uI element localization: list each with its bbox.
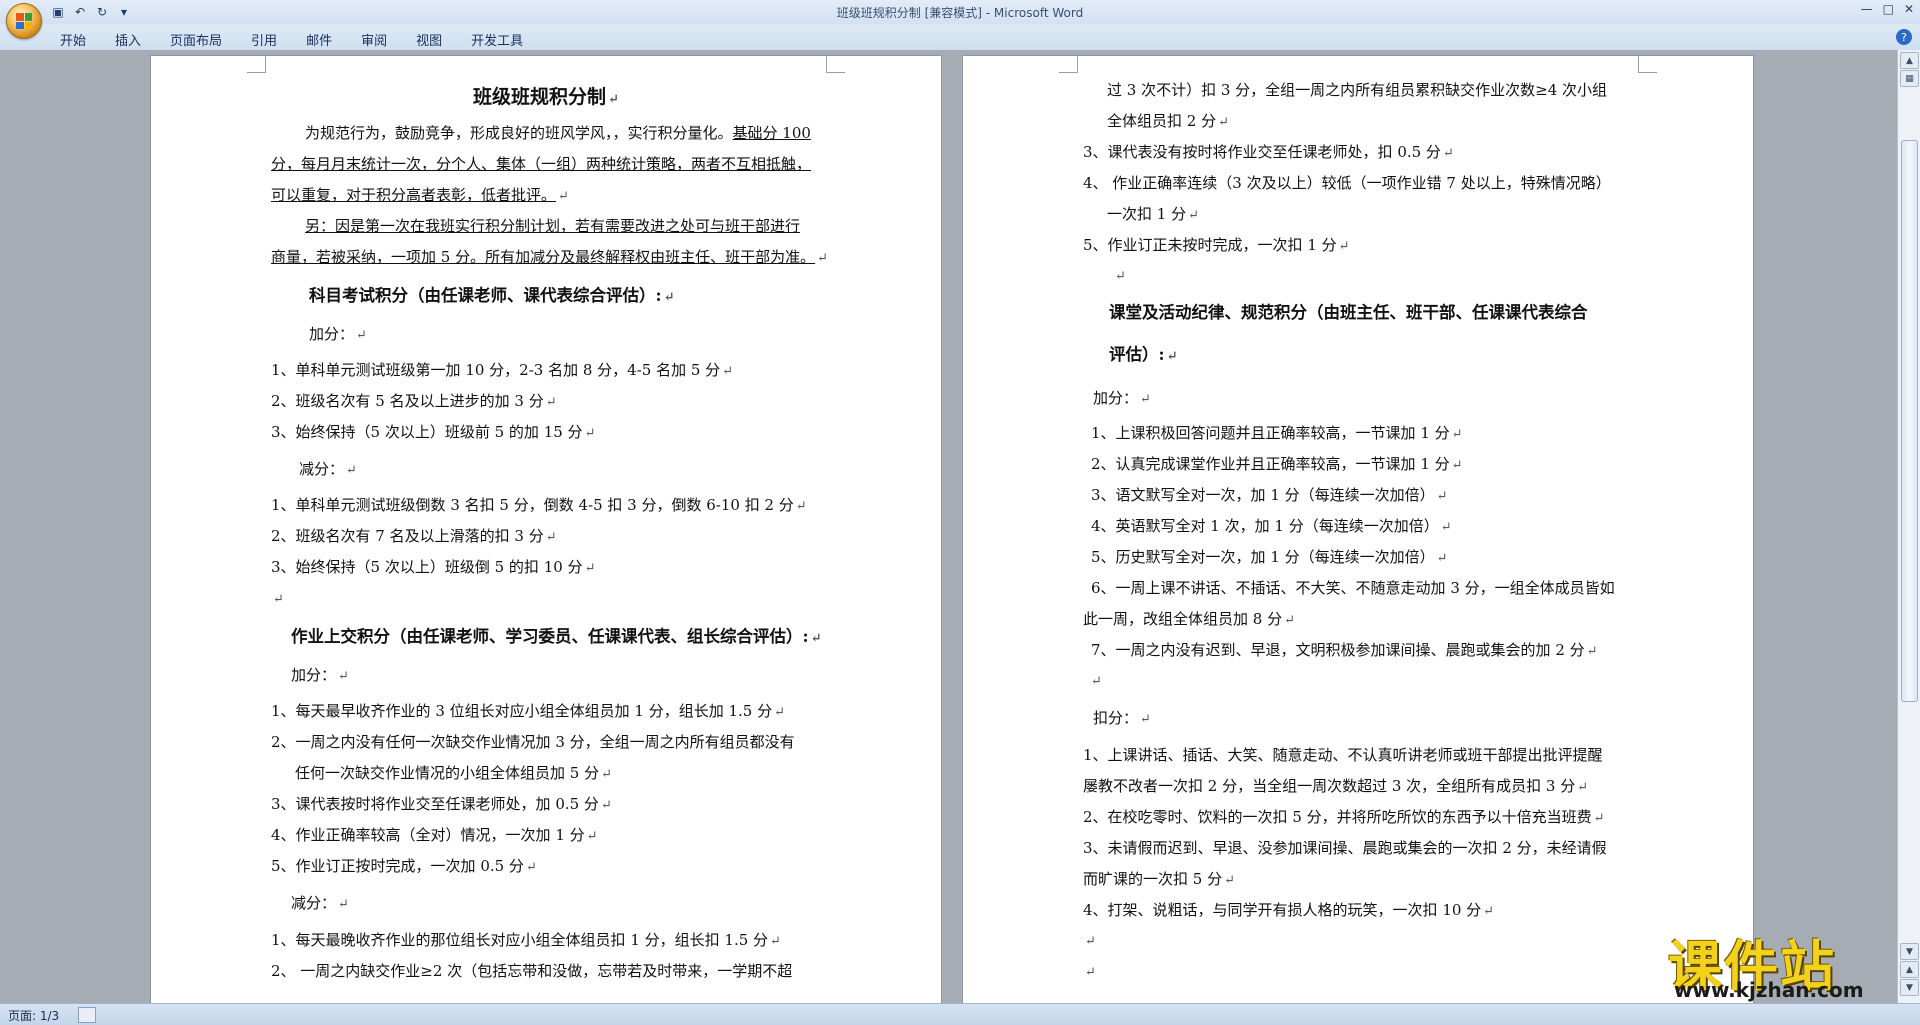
list-item[interactable]: 6、一周上课不讲话、不插话、不大笑、不随意走动加 3 分，一组全体成员皆如 — [1091, 577, 1615, 598]
tab-page-layout[interactable]: 页面布局 — [170, 30, 222, 49]
document-page-1: 班级班规积分制 ↵ 为规范行为，鼓励竞争，形成良好的班风学风，，实行积分量化。基础… — [151, 54, 941, 1004]
scroll-thumb[interactable] — [1901, 140, 1918, 702]
document-title[interactable]: 班级班规积分制 ↵ — [473, 82, 619, 109]
close-icon[interactable]: ✕ — [1904, 2, 1914, 16]
list-item[interactable]: 3、语文默写全对一次，加 1 分（每连续一次加倍） ↵ — [1091, 484, 1448, 505]
tab-mailings[interactable]: 邮件 — [306, 30, 332, 49]
maximize-icon[interactable]: □ — [1883, 2, 1894, 16]
empty-paragraph[interactable]: ↵ — [1083, 962, 1096, 980]
list-item[interactable]: 全体组员扣 2 分 ↵ — [1107, 110, 1229, 131]
list-item[interactable]: 2、班级名次有 7 名及以上滑落的扣 3 分 ↵ — [271, 525, 557, 546]
office-button[interactable] — [6, 3, 42, 39]
list-item[interactable]: 过 3 次不计）扣 3 分，全组一周之内所有组员累积缺交作业次数≥4 次小组 — [1107, 79, 1607, 100]
help-icon[interactable]: ? — [1896, 29, 1912, 45]
list-item[interactable]: 而旷课的一次扣 5 分 ↵ — [1083, 868, 1235, 889]
list-item[interactable]: 1、上课积极回答问题并且正确率较高，一节课加 1 分 ↵ — [1091, 422, 1463, 443]
list-item[interactable]: 5、历史默写全对一次，加 1 分（每连续一次加倍） ↵ — [1091, 546, 1448, 567]
list-item[interactable]: 5、作业订正未按时完成，一次扣 1 分 ↵ — [1083, 234, 1350, 255]
watermark: 课件站 www.kjzhan.com — [1668, 922, 1908, 1002]
subheading-deduct[interactable]: 减分： ↵ — [299, 458, 357, 479]
list-item[interactable]: 此一周，改组全体组员加 8 分 ↵ — [1083, 608, 1295, 629]
subheading-add[interactable]: 加分： ↵ — [1093, 387, 1151, 408]
paragraph-note[interactable]: 商量，若被采纳，一项加 5 分。所有加减分及最终解释权由班主任、班干部为准。 ↵ — [271, 246, 828, 267]
list-item[interactable]: 2、认真完成课堂作业并且正确率较高，一节课加 1 分 ↵ — [1091, 453, 1463, 474]
ribbon-tabs: 开始 插入 页面布局 引用 邮件 审阅 视图 开发工具 — [60, 30, 523, 49]
ruler-toggle-icon[interactable]: ▦ — [1900, 70, 1919, 87]
list-item[interactable]: 4、作业正确率较高（全对）情况，一次加 1 分 ↵ — [271, 824, 598, 845]
tab-home[interactable]: 开始 — [60, 30, 86, 49]
paragraph-intro[interactable]: 为规范行为，鼓励竞争，形成良好的班风学风，，实行积分量化。基础分 100 — [305, 122, 811, 143]
empty-paragraph[interactable]: ↵ — [1083, 931, 1096, 949]
list-item[interactable]: 3、始终保持（5 次以上）班级倒 5 的扣 10 分 ↵ — [271, 556, 595, 577]
subheading-add[interactable]: 加分： ↵ — [291, 664, 349, 685]
list-item[interactable]: 4、 作业正确率连续（3 次及以上）较低（一项作业错 7 处以上，特殊情况略） — [1083, 172, 1611, 193]
list-item[interactable]: 3、课代表按时将作业交至任课老师处，加 0.5 分 ↵ — [271, 793, 612, 814]
empty-paragraph[interactable]: ↵ — [1089, 671, 1102, 689]
subheading-deduct[interactable]: 扣分： ↵ — [1093, 707, 1151, 728]
scroll-up-icon[interactable]: ▲ — [1900, 52, 1919, 69]
tab-references[interactable]: 引用 — [251, 30, 277, 49]
list-item[interactable]: 任何一次缺交作业情况的小组全体组员加 5 分 ↵ — [295, 762, 612, 783]
window-controls: — □ ✕ — [1861, 2, 1914, 16]
tab-developer[interactable]: 开发工具 — [471, 30, 523, 49]
page-indicator[interactable]: 页面: 1/3 — [8, 1007, 59, 1024]
proofing-icon[interactable] — [78, 1007, 96, 1023]
subheading-add[interactable]: 加分： ↵ — [309, 323, 367, 344]
document-area: 班级班规积分制 ↵ 为规范行为，鼓励竞争，形成良好的班风学风，，实行积分量化。基础… — [0, 50, 1898, 1004]
paragraph-note[interactable]: 另：因是第一次在我班实行积分制计划，若有需要改进之处可与班干部进行 — [305, 215, 800, 236]
tab-view[interactable]: 视图 — [416, 30, 442, 49]
list-item[interactable]: 7、一周之内没有迟到、早退，文明积极参加课间操、晨跑或集会的加 2 分 ↵ — [1091, 639, 1598, 660]
crop-mark — [1059, 54, 1078, 73]
list-item[interactable]: 一次扣 1 分 ↵ — [1107, 203, 1199, 224]
minimize-icon[interactable]: — — [1861, 2, 1873, 16]
list-item[interactable]: 2、一周之内没有任何一次缺交作业情况加 3 分，全组一周之内所有组员都没有 — [271, 731, 795, 752]
status-bar: 页面: 1/3 — [0, 1003, 1920, 1025]
list-item[interactable]: 2、班级名次有 5 名及以上进步的加 3 分 ↵ — [271, 390, 557, 411]
office-logo-icon — [16, 13, 32, 29]
section-heading[interactable]: 科目考试积分（由任课老师、课代表综合评估）: ↵ — [309, 282, 675, 306]
subheading-deduct[interactable]: 减分： ↵ — [291, 892, 349, 913]
paragraph-intro[interactable]: 可以重复，对于积分高者表彰，低者批评。 ↵ — [271, 184, 569, 205]
section-heading[interactable]: 作业上交积分（由任课老师、学习委员、任课课代表、组长综合评估）: ↵ — [291, 623, 822, 647]
tab-insert[interactable]: 插入 — [115, 30, 141, 49]
ribbon: 开始 插入 页面布局 引用 邮件 审阅 视图 开发工具 ? — [0, 24, 1920, 51]
tab-review[interactable]: 审阅 — [361, 30, 387, 49]
section-heading[interactable]: 课堂及活动纪律、规范积分（由班主任、班干部、任课课代表综合 — [1109, 299, 1588, 323]
empty-paragraph[interactable]: ↵ — [271, 589, 284, 607]
list-item[interactable]: 2、 一周之内缺交作业≥2 次（包括忘带和没做，忘带若及时带来，一学期不超 — [271, 960, 792, 981]
vertical-scrollbar[interactable]: ▲ ▦ ▼ ▲ ▼ — [1897, 50, 1920, 1004]
list-item[interactable]: 1、单科单元测试班级第一加 10 分，2-3 名加 8 分，4-5 名加 5 分… — [271, 359, 733, 380]
list-item[interactable]: 5、作业订正按时完成，一次加 0.5 分 ↵ — [271, 855, 537, 876]
document-page-2: 过 3 次不计）扣 3 分，全组一周之内所有组员累积缺交作业次数≥4 次小组 全… — [963, 54, 1753, 1004]
list-item[interactable]: 1、每天最早收齐作业的 3 位组长对应小组全体组员加 1 分，组长加 1.5 分… — [271, 700, 785, 721]
list-item[interactable]: 4、英语默写全对 1 次，加 1 分（每连续一次加倍） ↵ — [1091, 515, 1452, 536]
crop-mark — [1638, 54, 1657, 73]
list-item[interactable]: 2、在校吃零时、饮料的一次扣 5 分，并将所吃所饮的东西予以十倍充当班费 ↵ — [1083, 806, 1605, 827]
watermark-url: www.kjzhan.com — [1674, 978, 1864, 1002]
crop-mark — [826, 54, 845, 73]
list-item[interactable]: 屡教不改者一次扣 2 分，当全组一周次数超过 3 次，全组所有成员扣 3 分 ↵ — [1083, 775, 1588, 796]
list-item[interactable]: 3、课代表没有按时将作业交至任课老师处，扣 0.5 分 ↵ — [1083, 141, 1454, 162]
list-item[interactable]: 3、始终保持（5 次以上）班级前 5 的加 15 分 ↵ — [271, 421, 595, 442]
list-item[interactable]: 3、未请假而迟到、早退、没参加课间操、晨跑或集会的一次扣 2 分，未经请假 — [1083, 837, 1607, 858]
list-item[interactable]: 1、每天最晚收齐作业的那位组长对应小组全体组员扣 1 分，组长扣 1.5 分 ↵ — [271, 929, 781, 950]
title-bar: ▣ ↶ ↻ ▾ 班级班规积分制 [兼容模式] - Microsoft Word … — [0, 0, 1920, 25]
paragraph-intro[interactable]: 分，每月月末统计一次，分个人、集体（一组）两种统计策略，两者不互相抵触， — [271, 153, 811, 174]
window-title: 班级班规积分制 [兼容模式] - Microsoft Word — [836, 6, 1084, 20]
list-item[interactable]: 1、单科单元测试班级倒数 3 名扣 5 分，倒数 4-5 扣 3 分，倒数 6-… — [271, 494, 807, 515]
section-heading[interactable]: 评估）: ↵ — [1109, 341, 1178, 365]
crop-mark — [247, 54, 266, 73]
empty-paragraph[interactable]: ↵ — [1113, 266, 1126, 284]
list-item[interactable]: 4、打架、说粗话，与同学开有损人格的玩笑，一次扣 10 分 ↵ — [1083, 899, 1494, 920]
list-item[interactable]: 1、上课讲话、插话、大笑、随意走动、不认真听讲老师或班干部提出批评提醒 — [1083, 744, 1603, 765]
